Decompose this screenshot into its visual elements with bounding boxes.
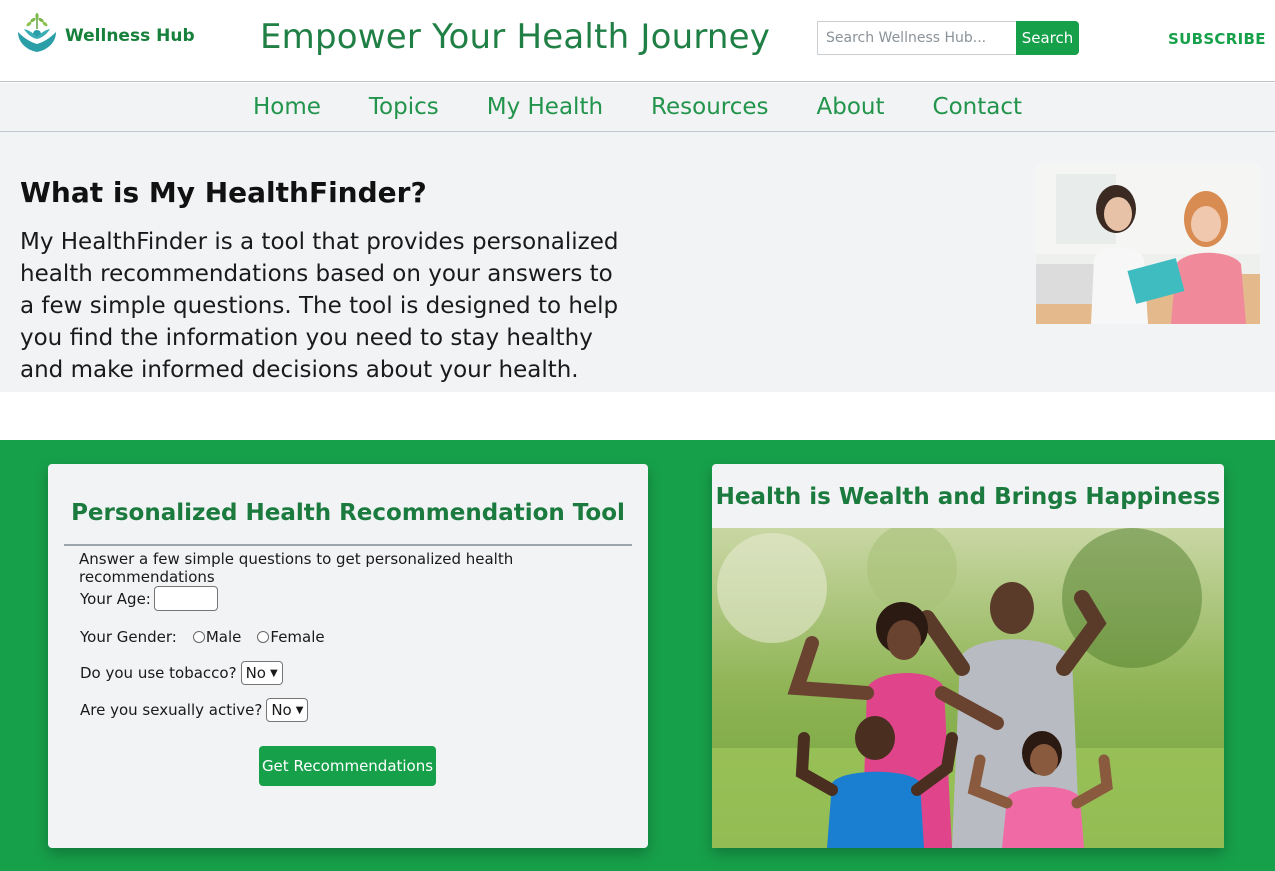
photo-card-title: Health is Wealth and Brings Happiness xyxy=(715,484,1221,510)
age-label: Your Age: xyxy=(80,589,151,608)
logo-icon xyxy=(18,13,56,52)
gender-female-radio[interactable] xyxy=(257,631,270,643)
chevron-down-icon: ▼ xyxy=(295,704,304,716)
about-heading: What is My HealthFinder? xyxy=(20,176,427,209)
tool-title: Personalized Health Recommendation Tool xyxy=(71,500,625,526)
tobacco-row: Do you use tobacco? No ▼ xyxy=(80,661,283,685)
gender-male-radio[interactable] xyxy=(192,631,205,643)
chevron-down-icon: ▼ xyxy=(269,667,278,679)
logo-text: Wellness Hub xyxy=(65,26,195,46)
about-body: My HealthFinder is a tool that provides … xyxy=(20,229,619,383)
nav-item-contact[interactable]: Contact xyxy=(933,94,1022,120)
search-input[interactable]: Search Wellness Hub... xyxy=(817,21,1017,55)
sexual-activity-label: Are you sexually active? xyxy=(80,701,263,719)
site-header: Wellness Hub Empower Your Health Journey… xyxy=(0,0,1275,82)
tobacco-select[interactable]: No ▼ xyxy=(240,661,283,685)
about-section: What is My HealthFinder? My HealthFinder… xyxy=(0,132,1275,392)
family-exercise-image xyxy=(712,523,1224,848)
sexual-activity-row: Are you sexually active? No ▼ xyxy=(80,698,309,722)
divider xyxy=(64,544,632,546)
subscribe-link[interactable]: SUBSCRIBE xyxy=(1168,30,1266,48)
gender-label: Your Gender: xyxy=(80,628,177,646)
site-title: Empower Your Health Journey xyxy=(260,17,771,57)
tool-subtitle: Answer a few simple questions to get per… xyxy=(79,550,514,586)
sexual-activity-select-value: No xyxy=(271,701,292,719)
nav-item-my-health[interactable]: My Health xyxy=(487,94,603,120)
nav-item-about[interactable]: About xyxy=(817,94,885,120)
tobacco-select-value: No xyxy=(245,664,266,682)
main-nav: Home Topics My Health Resources About Co… xyxy=(0,83,1275,132)
gender-row: Your Gender: Male Female xyxy=(80,628,325,646)
sexual-activity-select[interactable]: No ▼ xyxy=(266,698,309,722)
age-row: Your Age: xyxy=(80,586,218,611)
tobacco-label: Do you use tobacco? xyxy=(80,664,237,682)
health-photo-card: Health is Wealth and Brings Happiness xyxy=(712,464,1224,848)
doctor-patient-image xyxy=(1036,164,1260,324)
nav-item-resources[interactable]: Resources xyxy=(651,94,768,120)
recommendation-tool-card: Personalized Health Recommendation Tool … xyxy=(48,464,648,848)
nav-item-home[interactable]: Home xyxy=(253,94,321,120)
search-button[interactable]: Search xyxy=(1016,21,1079,55)
get-recommendations-button[interactable]: Get Recommendations xyxy=(259,746,436,786)
nav-item-topics[interactable]: Topics xyxy=(369,94,439,120)
tools-section: Personalized Health Recommendation Tool … xyxy=(0,440,1275,871)
age-input[interactable] xyxy=(153,586,218,611)
gender-female-label[interactable]: Female xyxy=(270,628,324,646)
logo[interactable]: Wellness Hub xyxy=(12,12,195,62)
gender-male-label[interactable]: Male xyxy=(206,628,242,646)
